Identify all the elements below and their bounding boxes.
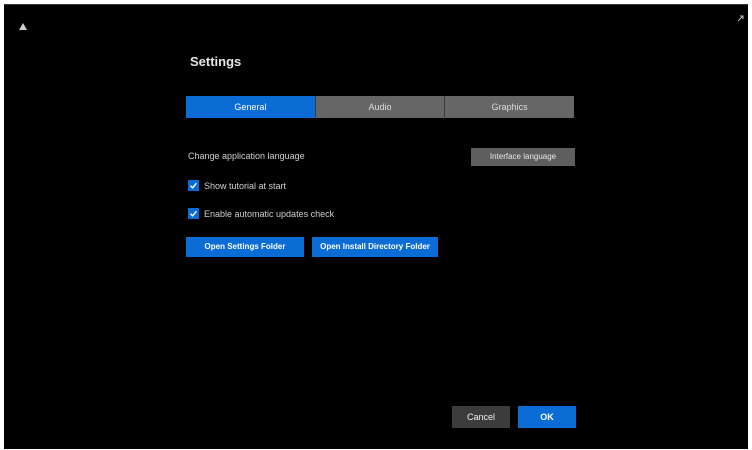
tutorial-checkbox-label: Show tutorial at start: [204, 180, 287, 191]
app-logo-icon: [18, 18, 28, 30]
updates-checkbox[interactable]: [188, 208, 199, 219]
page-title: Settings: [190, 54, 242, 69]
interface-language-button[interactable]: Interface language: [471, 148, 575, 166]
checkmark-icon: [190, 182, 198, 189]
cancel-button[interactable]: Cancel: [452, 406, 510, 428]
tab-general[interactable]: General: [186, 96, 315, 118]
tab-graphics[interactable]: Graphics: [444, 96, 575, 118]
checkbox-row-tutorial: Show tutorial at start: [188, 180, 286, 191]
tutorial-checkbox[interactable]: [188, 180, 199, 191]
open-install-folder-button[interactable]: Open Install Directory Folder: [312, 237, 438, 257]
checkmark-icon: [190, 210, 198, 217]
tab-audio[interactable]: Audio: [314, 96, 445, 118]
resize-icon[interactable]: [736, 10, 744, 22]
settings-window: Settings General Audio Graphics Change a…: [4, 4, 748, 449]
tab-bar: General Audio Graphics: [186, 96, 575, 118]
updates-checkbox-label: Enable automatic updates check: [204, 208, 335, 219]
checkbox-row-updates: Enable automatic updates check: [188, 208, 334, 219]
language-label: Change application language: [188, 151, 305, 161]
ok-button[interactable]: OK: [518, 406, 576, 428]
open-settings-folder-button[interactable]: Open Settings Folder: [186, 237, 304, 257]
